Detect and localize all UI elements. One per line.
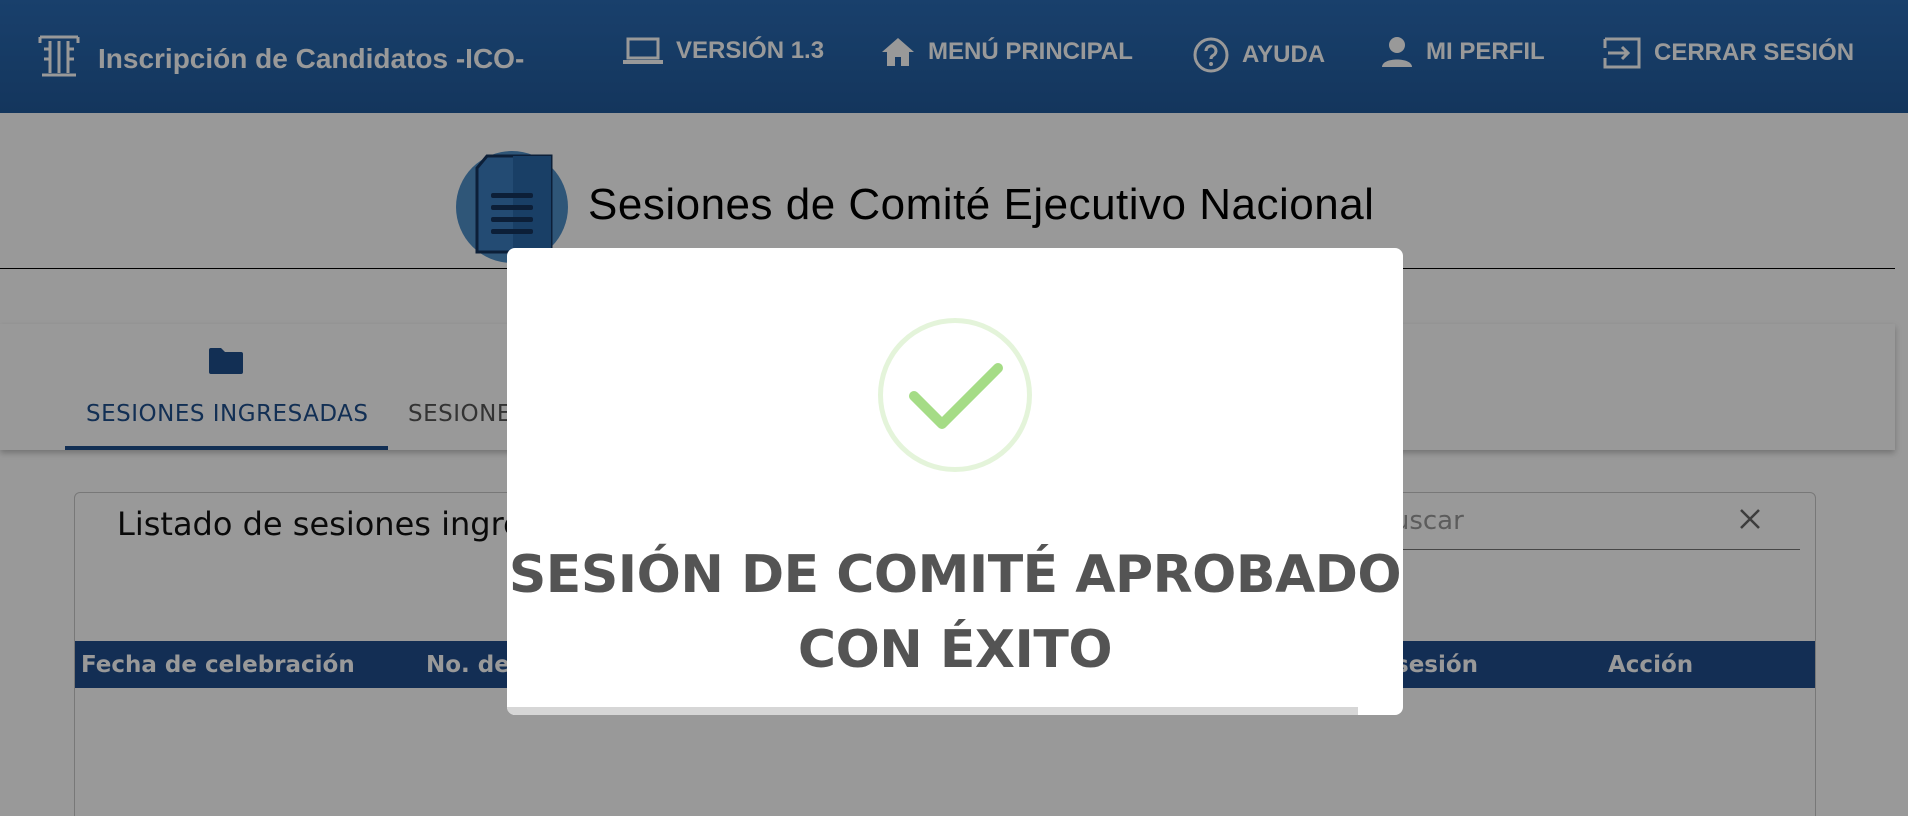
- timer-progress-bar: [507, 707, 1403, 715]
- success-dialog: SESIÓN DE COMITÉ APROBADO CON ÉXITO: [507, 248, 1403, 715]
- dialog-message-line1: SESIÓN DE COMITÉ APROBADO: [508, 545, 1402, 605]
- dialog-message-line2: CON ÉXITO: [797, 620, 1113, 680]
- timer-progress-fill: [507, 707, 1359, 715]
- success-check-icon: [878, 318, 1032, 477]
- dialog-message: SESIÓN DE COMITÉ APROBADO CON ÉXITO: [507, 538, 1403, 688]
